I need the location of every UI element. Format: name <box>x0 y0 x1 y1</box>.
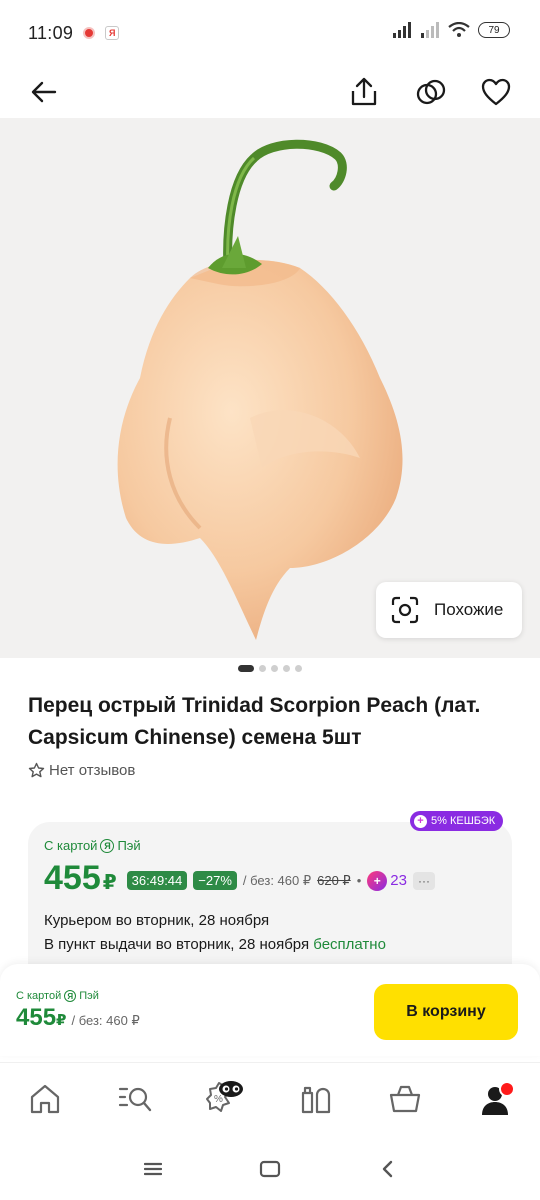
home-system-button[interactable] <box>255 1154 285 1184</box>
share-button[interactable] <box>344 72 384 112</box>
timer-badge: 36:49:44 <box>126 871 188 890</box>
tab-cart[interactable] <box>383 1077 427 1121</box>
signal-icon <box>393 22 411 38</box>
status-right: 79 <box>392 22 510 38</box>
price-row: 455 ₽ 36:49:44 −27% / без: 460 ₽ 620 ₽ • … <box>44 858 435 903</box>
gallery-pagination <box>0 665 540 672</box>
recent-apps-button[interactable] <box>138 1154 168 1184</box>
heart-icon <box>481 78 511 106</box>
tab-bar: % <box>0 1062 540 1136</box>
back-button[interactable] <box>24 72 64 112</box>
buy-price: 455₽ <box>16 1004 66 1032</box>
share-icon <box>351 77 377 106</box>
tab-profile[interactable] <box>475 1077 519 1121</box>
buy-yapay-prefix: С картой <box>16 990 62 1002</box>
yandex-pay-icon: Я <box>100 838 115 853</box>
price-without-card: / без: 460 ₽ <box>242 872 312 888</box>
cashback-badge[interactable]: + 5% КЕШБЭК <box>410 811 504 831</box>
price-number: 455 <box>44 859 101 897</box>
wifi-icon <box>448 22 470 37</box>
plus-points-icon: + <box>367 870 388 891</box>
back-system-button[interactable] <box>372 1154 402 1184</box>
buy-panel: С картой Я Пэй 455₽ / без: 460 ₽ В корзи… <box>0 964 540 1056</box>
profile-icon <box>482 1081 515 1115</box>
gallery-dot[interactable] <box>259 665 266 672</box>
separator-dot: • <box>356 873 362 888</box>
product-title: Перец острый Trinidad Scorpion Peach (ла… <box>28 694 481 749</box>
yapay-label: С картой Я Пэй <box>44 838 141 853</box>
status-time: 11:09 <box>28 22 74 43</box>
top-bar <box>0 66 540 118</box>
gallery-dot[interactable] <box>238 665 254 672</box>
more-button[interactable]: ··· <box>412 871 435 890</box>
favorite-button[interactable] <box>476 72 516 112</box>
yandex-pay-icon: Я <box>64 990 77 1002</box>
product-image[interactable]: Похожие <box>0 118 540 658</box>
delivery-courier: Курьером во вторник, 28 ноября <box>44 912 270 929</box>
buy-price-without: / без: 460 ₽ <box>71 1013 140 1028</box>
notification-icons: Я <box>83 26 120 40</box>
catalog-search-icon <box>118 1087 152 1112</box>
buy-price-row: 455₽ / без: 460 ₽ <box>16 1004 140 1032</box>
delivery-free: бесплатно <box>313 936 386 953</box>
buy-yapay-name: Пэй <box>79 990 99 1002</box>
cashback-text: 5% КЕШБЭК <box>431 815 496 827</box>
chevron-left-icon <box>382 1160 393 1178</box>
yapay-prefix: С картой <box>44 838 98 853</box>
reviews-link[interactable]: Нет отзывов <box>28 762 135 779</box>
similar-label: Похожие <box>434 600 504 619</box>
plus-points[interactable]: + 23 <box>367 870 407 891</box>
compare-icon <box>416 79 446 105</box>
cart-icon <box>389 1085 421 1113</box>
buy-yapay-label: С картой Я Пэй <box>16 990 99 1002</box>
compare-button[interactable] <box>411 72 451 112</box>
notification-app-icon <box>83 27 96 39</box>
lens-scan-icon <box>391 596 419 624</box>
home-square-icon <box>259 1160 281 1178</box>
battery-icon: 79 <box>478 22 510 38</box>
tab-home[interactable] <box>23 1077 67 1121</box>
add-to-cart-button[interactable]: В корзину <box>374 984 518 1040</box>
old-price: 620 ₽ <box>317 872 351 888</box>
signal-2-icon <box>421 22 439 38</box>
yapay-name: Пэй <box>117 838 141 853</box>
system-navigation <box>0 1136 540 1200</box>
gallery-dot[interactable] <box>283 665 290 672</box>
buy-price-currency: ₽ <box>56 1012 67 1029</box>
tab-catalog[interactable] <box>113 1077 157 1121</box>
home-icon <box>30 1084 60 1114</box>
gallery-dot[interactable] <box>295 665 302 672</box>
delivery-pickup-text: В пункт выдачи во вторник, 28 ноября <box>44 936 310 953</box>
gallery-dot[interactable] <box>271 665 278 672</box>
tab-orders[interactable] <box>293 1077 337 1121</box>
menu-lines-icon <box>144 1162 162 1176</box>
price-currency: ₽ <box>102 872 117 894</box>
price-value: 455 ₽ <box>44 858 117 903</box>
battery-level: 79 <box>488 24 500 36</box>
delivery-pickup: В пункт выдачи во вторник, 28 ноября бес… <box>44 936 386 953</box>
plus-points-value: 23 <box>390 872 407 889</box>
star-icon <box>28 762 45 778</box>
pepper-image <box>117 139 403 640</box>
discounts-icon: % <box>206 1081 243 1112</box>
back-arrow-icon <box>31 81 57 103</box>
yandex-notification-icon: Я <box>105 26 120 40</box>
orders-icon <box>301 1086 331 1114</box>
discount-badge: −27% <box>193 871 237 890</box>
similar-button[interactable]: Похожие <box>376 582 522 638</box>
svg-text:%: % <box>214 1094 223 1105</box>
reviews-text: Нет отзывов <box>49 762 136 779</box>
buy-price-number: 455 <box>16 1004 57 1031</box>
plus-icon: + <box>414 814 427 828</box>
status-bar: 11:09 Я 79 <box>0 0 540 66</box>
tab-discounts[interactable]: % <box>201 1077 245 1121</box>
